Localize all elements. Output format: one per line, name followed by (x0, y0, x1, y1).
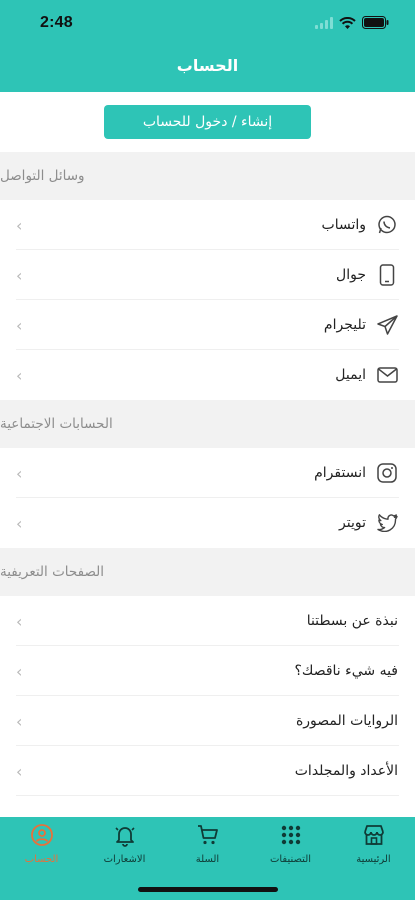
status-icons (315, 14, 389, 33)
row-label: الأعداد والمجلدات (294, 763, 398, 779)
login-area: إنشاء / دخول للحساب (0, 92, 415, 152)
bell-icon (113, 822, 137, 848)
app-header: 2:48 الحساب (0, 0, 415, 92)
row-content: انستقرام (314, 462, 398, 484)
row-label: نبذة عن بسطتنا (306, 613, 398, 629)
account-icon (30, 822, 54, 848)
row-content: الأعداد والمجلدات (295, 763, 398, 779)
contact-item-whatsapp[interactable]: ‹ واتساب (0, 200, 415, 250)
contact-item-telegram[interactable]: ‹ تليجرام (0, 300, 415, 350)
row-content: جوال (336, 264, 398, 286)
row-label: فيه شيء ناقصك؟ (294, 663, 398, 679)
chevron-left-icon: ‹ (16, 315, 23, 335)
chevron-left-icon: ‹ (16, 761, 23, 781)
tab-label: الحساب (24, 854, 59, 865)
social-item-instagram[interactable]: ‹ انستقرام (0, 448, 415, 498)
status-time: 2:48 (40, 14, 73, 31)
section-title: وسائل التواصل (0, 168, 85, 184)
row-label: واتساب (321, 217, 366, 233)
page-item-missing[interactable]: ‹ فيه شيء ناقصك؟ (0, 646, 415, 696)
tab-label: التصنيفات (269, 854, 312, 865)
telegram-icon (376, 314, 398, 336)
wifi-icon (339, 14, 356, 33)
chevron-left-icon: ‹ (16, 215, 23, 235)
battery-icon (362, 14, 389, 33)
row-label: انستقرام (314, 465, 366, 481)
cart-icon (196, 822, 220, 848)
chevron-left-icon: ‹ (16, 365, 23, 385)
chevron-left-icon: ‹ (16, 611, 23, 631)
chevron-left-icon: ‹ (16, 711, 23, 731)
row-label: تويتر (339, 515, 366, 531)
tab-label: السلة (195, 854, 220, 865)
tab-label: الرئيسية (356, 854, 391, 865)
social-item-twitter[interactable]: ‹ تويتر (0, 498, 415, 548)
section-title: الصفحات التعريفية (0, 564, 105, 580)
signal-icon (315, 14, 333, 33)
row-content: ايميل (335, 364, 398, 386)
page-item-graphic-novels[interactable]: ‹ الروايات المصورة (0, 696, 415, 746)
store-icon (362, 822, 386, 848)
home-indicator[interactable] (137, 887, 278, 892)
row-content: فيه شيء ناقصك؟ (294, 663, 398, 679)
tab-account[interactable]: الحساب (0, 822, 83, 900)
contact-item-phone[interactable]: ‹ جوال (0, 250, 415, 300)
row-label: جوال (336, 267, 366, 283)
tab-label: الاشعارات (103, 854, 146, 865)
instagram-icon (376, 462, 398, 484)
twitter-icon (376, 512, 398, 534)
chevron-left-icon: ‹ (16, 661, 23, 681)
phone-icon (376, 264, 398, 286)
row-content: الروايات المصورة (296, 713, 398, 729)
tab-home[interactable]: الرئيسية (332, 822, 415, 900)
row-content: نبذة عن بسطتنا (307, 613, 398, 629)
row-label: تليجرام (323, 317, 366, 333)
section-header-contact: وسائل التواصل (0, 152, 415, 200)
page-item-about[interactable]: ‹ نبذة عن بسطتنا (0, 596, 415, 646)
row-content: تويتر (339, 512, 398, 534)
whatsapp-icon (376, 214, 398, 236)
section-header-pages: الصفحات التعريفية (0, 548, 415, 596)
section-title: الحسابات الاجتماعية (0, 416, 113, 432)
row-label: ايميل (335, 367, 366, 383)
account-content: إنشاء / دخول للحساب وسائل التواصل ‹ واتس… (0, 92, 415, 817)
chevron-left-icon: ‹ (16, 463, 23, 483)
row-label: الروايات المصورة (295, 713, 398, 729)
row-content: تليجرام (324, 314, 398, 336)
section-header-social: الحسابات الاجتماعية (0, 400, 415, 448)
row-content: واتساب (322, 214, 398, 236)
grid-icon (279, 822, 303, 848)
page-title: الحساب (176, 56, 239, 75)
contact-item-email[interactable]: ‹ ايميل (0, 350, 415, 400)
email-icon (376, 364, 398, 386)
page-item-issues-volumes[interactable]: ‹ الأعداد والمجلدات (0, 746, 415, 796)
login-button[interactable]: إنشاء / دخول للحساب (104, 105, 311, 139)
bottom-tab-bar: الحساب الاشعارات السلة التصنيفات الرئيسي… (0, 817, 415, 900)
chevron-left-icon: ‹ (16, 265, 23, 285)
chevron-left-icon: ‹ (16, 513, 23, 533)
status-bar: 2:48 (0, 0, 415, 46)
